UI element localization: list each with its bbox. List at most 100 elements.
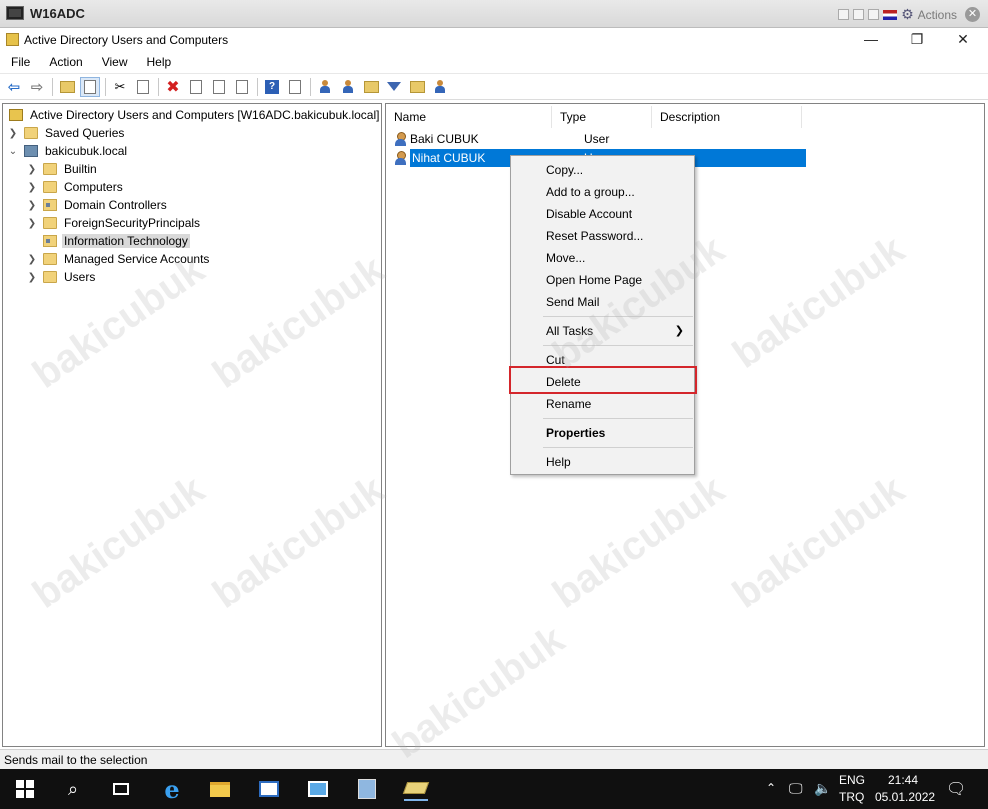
forward-arrow-icon[interactable]: ⇨ bbox=[27, 77, 47, 97]
show-action-pane-icon[interactable] bbox=[285, 77, 305, 97]
aduc-taskbar-icon[interactable] bbox=[402, 777, 430, 801]
tree-item-computers[interactable]: ❯ Computers bbox=[26, 178, 125, 196]
menu-view[interactable]: View bbox=[91, 52, 136, 73]
vm-title-bar: W16ADC ⚙ Actions ✕ bbox=[0, 0, 988, 28]
tree-item-users[interactable]: ❯ Users bbox=[26, 268, 97, 286]
new-group-icon[interactable] bbox=[338, 77, 358, 97]
menu-item-help[interactable]: Help bbox=[511, 451, 694, 473]
clock[interactable]: 21:44 05.01.2022 bbox=[875, 773, 935, 809]
vm-close-icon[interactable]: ✕ bbox=[965, 7, 980, 22]
export-list-icon[interactable] bbox=[232, 77, 252, 97]
start-button[interactable] bbox=[13, 777, 37, 801]
cell-name: Baki CUBUK bbox=[410, 132, 479, 146]
chevron-right-icon[interactable]: ❯ bbox=[26, 272, 38, 283]
vm-restore-icon[interactable] bbox=[853, 9, 865, 20]
new-ou-icon[interactable] bbox=[361, 77, 381, 97]
back-arrow-icon[interactable]: ⇦ bbox=[4, 77, 24, 97]
chevron-right-icon[interactable]: ❯ bbox=[26, 254, 38, 265]
tree-item-label: Domain Controllers bbox=[64, 198, 167, 212]
menu-item-rename[interactable]: Rename bbox=[511, 393, 694, 415]
add-to-group-icon[interactable] bbox=[430, 77, 450, 97]
menu-help[interactable]: Help bbox=[136, 52, 180, 73]
filter-icon[interactable] bbox=[384, 77, 404, 97]
tree-item-domain[interactable]: ⌄ bakicubuk.local bbox=[7, 142, 129, 160]
search-icon[interactable]: ⌕ bbox=[61, 777, 85, 801]
list-row-baki-cubuk[interactable]: Baki CUBUK User bbox=[386, 130, 660, 148]
vm-actions-label[interactable]: Actions bbox=[918, 8, 957, 22]
task-view-icon[interactable] bbox=[109, 777, 133, 801]
new-user-icon[interactable] bbox=[315, 77, 335, 97]
column-header-name[interactable]: Name bbox=[386, 106, 552, 128]
chevron-right-icon[interactable]: ❯ bbox=[26, 164, 38, 175]
minimize-button[interactable]: — bbox=[848, 28, 894, 52]
menu-bar: File Action View Help bbox=[0, 52, 988, 73]
internet-explorer-icon[interactable]: e bbox=[160, 775, 184, 804]
tree-item-label: Managed Service Accounts bbox=[64, 252, 210, 266]
status-text: Sends mail to the selection bbox=[4, 753, 148, 767]
refresh-icon[interactable] bbox=[209, 77, 229, 97]
paste-icon[interactable] bbox=[133, 77, 153, 97]
close-button[interactable]: ✕ bbox=[940, 28, 986, 52]
chevron-right-icon[interactable]: ❯ bbox=[26, 182, 38, 193]
network-icon[interactable]: 🖵 bbox=[789, 780, 803, 809]
up-folder-icon[interactable] bbox=[57, 77, 77, 97]
cell-type: User bbox=[584, 132, 610, 146]
find-icon[interactable] bbox=[407, 77, 427, 97]
server-manager-icon[interactable] bbox=[257, 777, 281, 801]
tree-item-information-technology[interactable]: Information Technology bbox=[26, 232, 190, 250]
toolbar: ⇦ ⇨ ✂ ✖ ? bbox=[0, 73, 988, 100]
volume-muted-icon[interactable]: 🔈 bbox=[814, 780, 831, 809]
ou-folder-icon bbox=[43, 235, 57, 247]
chevron-down-icon[interactable]: ⌄ bbox=[7, 146, 19, 157]
menu-item-properties[interactable]: Properties bbox=[511, 422, 694, 444]
menu-item-copy[interactable]: Copy... bbox=[511, 159, 694, 181]
folder-icon bbox=[43, 217, 57, 229]
window-title-bar: Active Directory Users and Computers — ❐… bbox=[0, 28, 988, 52]
gear-icon[interactable]: ⚙ bbox=[901, 6, 914, 23]
menu-file[interactable]: File bbox=[0, 52, 38, 73]
column-header-description[interactable]: Description bbox=[652, 106, 802, 128]
menu-item-disable-account[interactable]: Disable Account bbox=[511, 203, 694, 225]
toolbar-separator bbox=[257, 77, 258, 96]
file-explorer-icon[interactable] bbox=[208, 777, 232, 801]
menu-item-label: All Tasks bbox=[546, 324, 594, 338]
menu-item-all-tasks[interactable]: All Tasks ❯ bbox=[511, 320, 694, 342]
control-panel-icon[interactable] bbox=[306, 777, 330, 801]
language-label: ENG bbox=[839, 773, 866, 787]
cut-icon[interactable]: ✂ bbox=[110, 77, 130, 97]
submenu-arrow-icon: ❯ bbox=[674, 325, 684, 337]
tree-item-label: Saved Queries bbox=[45, 126, 125, 140]
keyboard-layout-label: TRQ bbox=[839, 790, 865, 804]
menu-item-add-to-group[interactable]: Add to a group... bbox=[511, 181, 694, 203]
menu-item-open-home-page[interactable]: Open Home Page bbox=[511, 269, 694, 291]
show-hide-tree-icon[interactable] bbox=[80, 76, 100, 97]
network-tool-icon[interactable] bbox=[355, 777, 379, 801]
chevron-right-icon[interactable]: ❯ bbox=[26, 200, 38, 211]
tree-item-foreign-security-principals[interactable]: ❯ ForeignSecurityPrincipals bbox=[26, 214, 202, 232]
tree-root[interactable]: Active Directory Users and Computers [W1… bbox=[9, 106, 381, 124]
maximize-button[interactable]: ❐ bbox=[894, 28, 940, 52]
delete-icon[interactable]: ✖ bbox=[163, 77, 183, 97]
menu-item-reset-password[interactable]: Reset Password... bbox=[511, 225, 694, 247]
vm-minimize-icon[interactable] bbox=[838, 9, 850, 20]
folder-icon bbox=[43, 253, 57, 265]
tree-item-label: bakicubuk.local bbox=[45, 144, 128, 158]
tree-item-managed-service-accounts[interactable]: ❯ Managed Service Accounts bbox=[26, 250, 211, 268]
help-icon[interactable]: ? bbox=[262, 77, 282, 97]
tray-overflow-icon[interactable]: ⌃ bbox=[766, 781, 776, 809]
notifications-icon[interactable]: 🗨 bbox=[946, 779, 966, 809]
tree-item-domain-controllers[interactable]: ❯ Domain Controllers bbox=[26, 196, 169, 214]
menu-item-send-mail[interactable]: Send Mail bbox=[511, 291, 694, 313]
input-language-indicator[interactable]: ENG TRQ bbox=[839, 773, 865, 809]
chevron-right-icon[interactable]: ❯ bbox=[7, 128, 19, 139]
chevron-right-icon[interactable]: ❯ bbox=[26, 218, 38, 229]
tree-item-label: Builtin bbox=[64, 162, 97, 176]
vm-fullscreen-icon[interactable] bbox=[868, 9, 880, 20]
tree-item-builtin[interactable]: ❯ Builtin bbox=[26, 160, 99, 178]
menu-item-move[interactable]: Move... bbox=[511, 247, 694, 269]
tree-item-saved-queries[interactable]: ❯ Saved Queries bbox=[7, 124, 126, 142]
menu-action[interactable]: Action bbox=[38, 52, 90, 73]
column-header-type[interactable]: Type bbox=[552, 106, 652, 128]
folder-icon bbox=[24, 127, 38, 139]
properties-icon[interactable] bbox=[186, 77, 206, 97]
